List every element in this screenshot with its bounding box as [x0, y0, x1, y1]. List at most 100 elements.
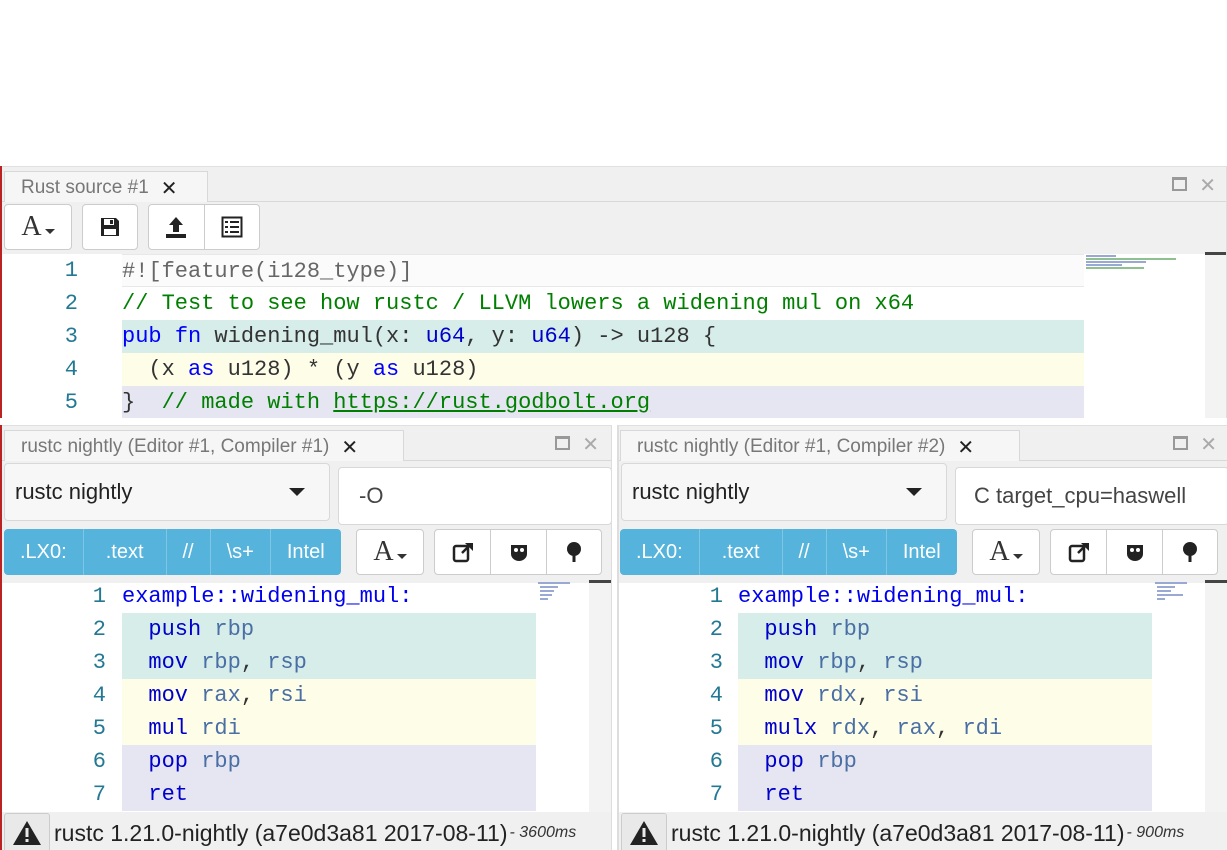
filter-intel-button[interactable]: Intel	[271, 529, 341, 575]
filter-comments-button[interactable]: //	[783, 529, 827, 575]
close-icon[interactable]: ✕	[341, 435, 358, 460]
code-token: #![feature(i128_type)]	[122, 259, 413, 284]
minimap-line	[1086, 258, 1176, 260]
line-number: 3	[709, 650, 723, 675]
asm-punct: ,	[870, 716, 897, 741]
asm-register: rsi	[267, 683, 307, 708]
tab-title: Rust source #1	[21, 177, 149, 198]
ast-output-button[interactable]	[1161, 530, 1217, 574]
asm-output[interactable]: example::widening_mul: push rbp mov rbp,…	[122, 580, 536, 812]
open-output-button[interactable]	[435, 530, 490, 574]
editor-toolbar: A	[2, 202, 1226, 254]
save-button[interactable]	[82, 204, 138, 250]
compiler-options-input[interactable]: -O	[338, 467, 611, 525]
tab-compiler-2[interactable]: rustc nightly (Editor #1, Compiler #2) ✕	[620, 430, 1020, 463]
godbolt-link[interactable]: https://rust.godbolt.org	[333, 390, 650, 415]
asm-gutter: 1 2 3 4 5 6 7	[619, 580, 737, 812]
upload-button-part[interactable]	[149, 205, 204, 249]
asm-register: rbp	[201, 749, 241, 774]
asm-space	[188, 716, 201, 741]
warning-button[interactable]	[4, 813, 50, 850]
asm-scrollbar[interactable]	[1205, 580, 1227, 812]
filter-whitespace-button[interactable]: \s+	[827, 529, 887, 575]
compiler-options-row: rustc nightly C target_cpu=haswell	[619, 461, 1227, 525]
compiler-options-input[interactable]: C target_cpu=haswell	[955, 467, 1227, 525]
font-size-button[interactable]: A	[972, 529, 1040, 575]
code-line: (x as u128) * (y as u128)	[122, 353, 1084, 386]
filter-whitespace-button[interactable]: \s+	[211, 529, 271, 575]
opt-output-button[interactable]	[490, 530, 545, 574]
asm-space	[804, 749, 817, 774]
asm-indent	[738, 683, 764, 708]
editor-minimap[interactable]	[1086, 254, 1206, 274]
maximize-icon[interactable]	[555, 436, 571, 450]
asm-minimap[interactable]	[538, 582, 588, 604]
maximize-icon[interactable]	[1173, 436, 1189, 450]
filter-comments-button[interactable]: //	[167, 529, 211, 575]
asm-space	[817, 617, 830, 642]
asm-register: rbp	[817, 650, 857, 675]
external-link-icon	[1068, 543, 1089, 563]
code-token: as	[372, 357, 400, 382]
line-number: 1	[709, 584, 723, 609]
save-icon	[101, 218, 119, 236]
ast-output-button[interactable]	[545, 530, 601, 574]
asm-space	[188, 749, 201, 774]
compiler-toolbar: .LX0: .text // \s+ Intel A	[619, 525, 1227, 583]
asm-register: rbp	[817, 749, 857, 774]
compiler-select[interactable]: rustc nightly	[4, 463, 330, 521]
list-button[interactable]	[203, 205, 259, 249]
editor-gutter: 1 2 3 4 5	[2, 254, 120, 418]
asm-line: mov rbp, rsp	[122, 646, 536, 679]
editor-scrollbar[interactable]	[1205, 252, 1226, 418]
chevron-down-icon	[44, 228, 55, 234]
line-number: 3	[92, 650, 106, 675]
font-size-button[interactable]: A	[4, 204, 72, 250]
editor-code[interactable]: #![feature(i128_type)] // Test to see ho…	[122, 254, 1084, 418]
minimap-line	[1086, 255, 1116, 257]
warning-icon	[13, 821, 41, 845]
chevron-down-icon	[1012, 553, 1023, 559]
asm-scrollbar[interactable]	[589, 580, 611, 812]
asm-register: rax	[896, 716, 937, 741]
asm-line: mov rdx, rsi	[738, 679, 1152, 712]
compiler-select[interactable]: rustc nightly	[621, 463, 947, 521]
compiler-actions	[1050, 529, 1218, 575]
close-icon[interactable]: ✕	[957, 435, 974, 460]
upload-button[interactable]	[148, 204, 260, 250]
compiler-version: rustc 1.21.0-nightly (a7e0d3a81 2017-08-…	[54, 819, 508, 846]
warning-button[interactable]	[621, 813, 667, 850]
filter-labels-button[interactable]: .LX0:	[4, 529, 84, 575]
open-output-button[interactable]	[1051, 530, 1106, 574]
asm-instruction: mov	[148, 683, 189, 708]
filter-intel-button[interactable]: Intel	[887, 529, 957, 575]
filter-directives-button[interactable]: .text	[700, 529, 783, 575]
close-pane-icon[interactable]: ✕	[582, 432, 599, 457]
close-icon[interactable]: ✕	[161, 176, 178, 201]
asm-instruction: push	[764, 617, 818, 642]
tab-rust-source[interactable]: Rust source #1 ✕	[4, 171, 208, 204]
asm-minimap[interactable]	[1155, 582, 1205, 604]
minimap-line	[1086, 267, 1144, 269]
maximize-icon[interactable]	[1172, 177, 1188, 191]
asm-line: pop rbp	[738, 745, 1152, 778]
filter-directives-button[interactable]: .text	[84, 529, 167, 575]
filter-labels-button[interactable]: .LX0:	[620, 529, 700, 575]
line-number: 5	[92, 716, 106, 741]
minimap-line	[1155, 582, 1187, 584]
code-line: // Test to see how rustc / LLVM lowers a…	[122, 287, 1084, 320]
line-number: 2	[64, 291, 78, 316]
compile-time: - 900ms	[1126, 824, 1185, 841]
asm-output[interactable]: example::widening_mul: push rbp mov rbp,…	[738, 580, 1152, 812]
output-filters: .LX0: .text // \s+ Intel	[4, 529, 341, 575]
asm-indent	[738, 716, 764, 741]
line-number: 4	[92, 683, 106, 708]
opt-output-button[interactable]	[1106, 530, 1161, 574]
code-line: #![feature(i128_type)]	[122, 254, 1084, 287]
close-pane-icon[interactable]: ✕	[1200, 432, 1217, 457]
close-pane-icon[interactable]: ✕	[1199, 173, 1216, 198]
code-token: (x	[122, 357, 189, 382]
tab-compiler-1[interactable]: rustc nightly (Editor #1, Compiler #1) ✕	[4, 430, 404, 463]
font-size-button[interactable]: A	[356, 529, 424, 575]
chevron-down-icon	[396, 553, 407, 559]
